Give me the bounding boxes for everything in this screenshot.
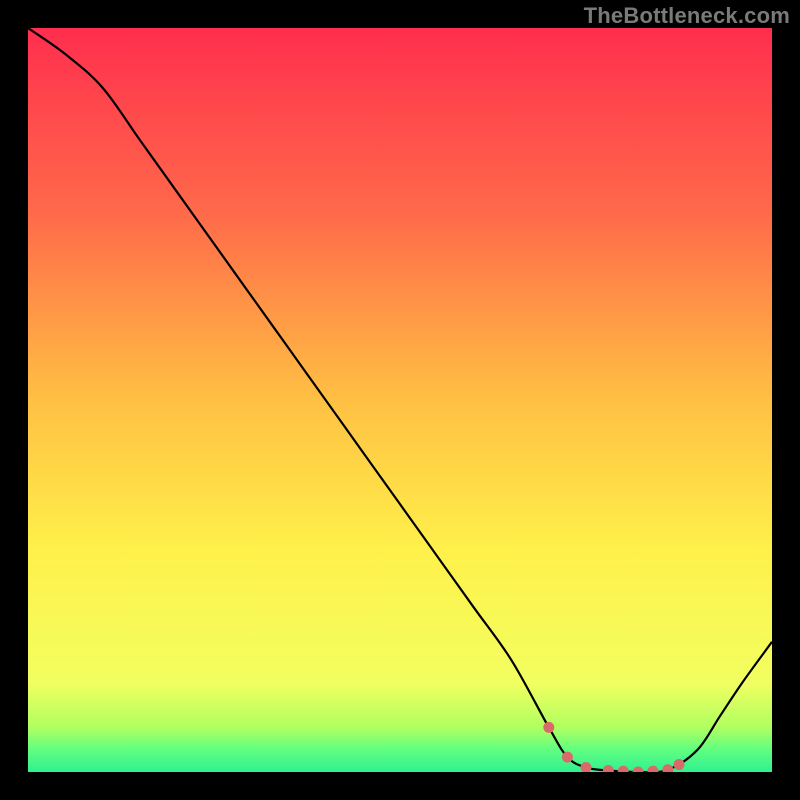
watermark-text: TheBottleneck.com xyxy=(584,3,790,29)
curve-overlay xyxy=(28,28,772,772)
marker-dot xyxy=(662,764,673,772)
bottleneck-curve xyxy=(28,28,772,772)
marker-group xyxy=(543,722,684,772)
marker-dot xyxy=(562,752,573,763)
marker-dot xyxy=(543,722,554,733)
marker-dot xyxy=(633,767,644,773)
marker-dot xyxy=(581,762,592,772)
marker-dot xyxy=(603,765,614,772)
marker-dot xyxy=(618,766,629,772)
plot-area xyxy=(28,28,772,772)
marker-dot xyxy=(674,759,685,770)
marker-dot xyxy=(647,766,658,772)
chart-frame: TheBottleneck.com xyxy=(0,0,800,800)
